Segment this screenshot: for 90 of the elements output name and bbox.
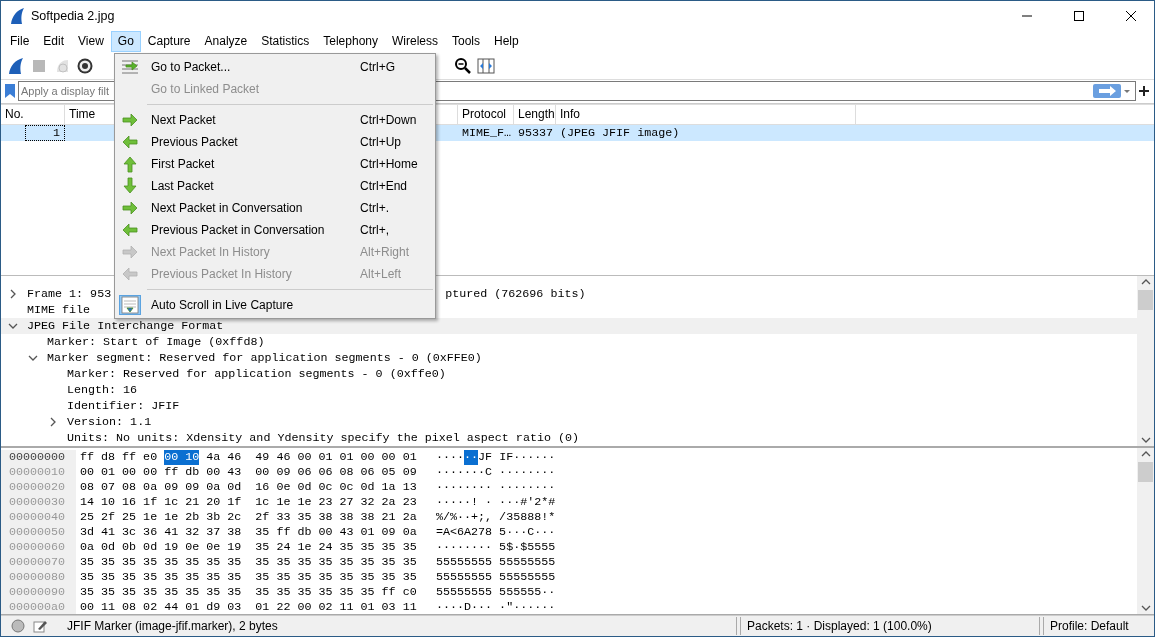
hex-bytes[interactable]: 35 35 35 35 35 35 35 35 35 35 35 35 35 35 ff c0 xyxy=(80,584,417,600)
tree-item-text[interactable]: Frame 1: 953 xyxy=(27,285,112,302)
tree-item-text[interactable]: Identifier: JFIF xyxy=(67,397,180,414)
menu-item[interactable]: Telephony xyxy=(316,31,385,53)
menu-item[interactable]: Last Packet Ctrl+End xyxy=(115,175,435,197)
zoom-out-icon[interactable] xyxy=(454,56,472,75)
menu-item[interactable]: Help xyxy=(487,31,526,53)
menu-item[interactable]: Go to Packet... Ctrl+G xyxy=(115,56,435,78)
resize-columns-icon[interactable] xyxy=(477,56,495,75)
ascii-text[interactable]: ···· xyxy=(436,449,465,465)
hex-bytes[interactable]: ff d8 ff e0 xyxy=(80,449,165,465)
hex-bytes[interactable]: 00 01 00 00 ff db 00 43 00 09 06 06 08 06 05 09 xyxy=(80,464,417,480)
hex-bytes[interactable]: 25 2f 25 1e 1e 2b 3b 2c 2f 33 35 38 38 38 21 2a xyxy=(80,509,417,525)
status-circle-icon[interactable] xyxy=(11,618,25,633)
scroll-thumb[interactable] xyxy=(1138,289,1153,310)
hex-bytes[interactable]: 35 35 35 35 35 35 35 35 35 35 35 35 35 35 35 35 xyxy=(80,569,417,585)
hex-bytes[interactable]: 14 10 16 1f 1c 21 20 1f 1c 1e 1e 23 27 32 2a 23 xyxy=(80,494,417,510)
edit-comment-icon[interactable] xyxy=(33,618,47,633)
ascii-text[interactable]: 55555555 55555555 xyxy=(436,569,556,585)
tree-item-text[interactable]: MIME file xyxy=(27,301,91,318)
maximize-icon xyxy=(1074,11,1084,21)
scroll-down-icon[interactable] xyxy=(1140,435,1151,444)
hex-bytes[interactable]: 0a 0d 0b 0d 19 0e 0e 19 35 24 1e 24 35 35 35 35 xyxy=(80,539,417,555)
status-text: Packets: 1 · Displayed: 1 (100.0%) xyxy=(747,617,933,635)
column-header[interactable]: No. xyxy=(1,104,65,125)
scroll-thumb[interactable] xyxy=(1138,461,1153,482)
hex-bytes[interactable]: 3d 41 3c 36 41 32 37 38 35 ff db 00 43 01 09 0a xyxy=(80,524,417,540)
scrollbar[interactable] xyxy=(1137,275,1154,446)
ascii-text[interactable]: JF IF······ xyxy=(478,449,556,465)
menu-item[interactable]: View xyxy=(71,31,111,53)
gear-icon[interactable] xyxy=(76,56,94,75)
table-cell: 1 xyxy=(25,124,65,141)
column-header[interactable]: Info xyxy=(556,104,856,125)
menu-item[interactable]: Auto Scroll in Live Capture xyxy=(115,294,435,316)
ascii-text[interactable]: ····D··· ·"······ xyxy=(436,599,556,614)
tree-item-text[interactable]: Marker segment: Reserved for application segments - 0 (0xFFE0) xyxy=(47,349,482,366)
scrollbar[interactable] xyxy=(1137,447,1154,614)
menu-item[interactable]: Next Packet in Conversation Ctrl+. xyxy=(115,197,435,219)
ascii-text[interactable]: ·······C ········ xyxy=(436,464,556,480)
ascii-text[interactable]: 55555555 55555555 xyxy=(436,554,556,570)
status-text: JFIF Marker (image-jfif.marker), 2 bytes xyxy=(67,617,278,635)
tree-item-text[interactable]: ptured (762696 bits) xyxy=(445,285,586,302)
hex-bytes[interactable]: 08 07 08 0a 09 09 0a 0d 16 0e 0d 0c 0c 0d 1a 13 xyxy=(80,479,417,495)
tree-item-text[interactable]: Length: 16 xyxy=(67,381,138,398)
hex-bytes[interactable]: 00 10 xyxy=(164,449,200,465)
menu-item[interactable]: Previous Packet in Conversation Ctrl+, xyxy=(115,219,435,241)
tree-item-text[interactable]: Units: No units: Xdensity and Ydensity specify the pixel aspect ratio (0) xyxy=(67,429,579,446)
ascii-text[interactable]: ········ ········ xyxy=(436,479,556,495)
offset-label: 00000000 xyxy=(1,449,76,465)
scroll-down-icon[interactable] xyxy=(1140,603,1151,612)
menu-item[interactable]: File xyxy=(3,31,37,53)
window-title: Softpedia 2.jpg xyxy=(31,7,115,25)
ascii-text[interactable]: ·· xyxy=(464,449,479,465)
tree-item-text[interactable]: Marker: Start of Image (0xffd8) xyxy=(47,333,265,350)
table-cell-text: MIME_F… xyxy=(461,124,513,141)
hex-bytes[interactable]: 00 11 08 02 44 01 d9 03 01 22 00 02 11 01 03 11 xyxy=(80,599,417,614)
close-icon xyxy=(1126,11,1136,21)
bookmark-icon[interactable] xyxy=(4,83,16,100)
ascii-text[interactable]: 55555555 555555·· xyxy=(436,584,556,600)
menu-item[interactable]: Edit xyxy=(36,31,72,53)
menu-item[interactable]: Capture xyxy=(140,31,198,53)
down-arrow-icon xyxy=(120,176,140,196)
up-arrow-icon xyxy=(120,154,140,174)
ascii-text[interactable]: ········ 5$·$5555 xyxy=(436,539,556,555)
ascii-text[interactable]: =A<6A278 5···C··· xyxy=(436,524,556,540)
menu-item[interactable]: Tools xyxy=(445,31,487,53)
ascii-text[interactable]: %/%··+;, /35888!* xyxy=(436,509,556,525)
table-cell-text: (JPEG JFIF image) xyxy=(559,124,681,141)
menu-item[interactable]: Analyze xyxy=(197,31,255,53)
column-header[interactable]: Protocol xyxy=(458,104,514,125)
scroll-up-icon[interactable] xyxy=(1140,277,1151,286)
tree-item-text[interactable]: Marker: Reserved for application segments - 0 (0xffe0) xyxy=(67,365,446,382)
tree-item-text[interactable]: JPEG File Interchange Format xyxy=(27,317,224,334)
hex-bytes[interactable]: 35 35 35 35 35 35 35 35 35 35 35 35 35 35 35 35 xyxy=(80,554,417,570)
add-icon[interactable] xyxy=(1138,85,1150,98)
status-text: Profile: Default xyxy=(1050,617,1130,635)
table-cell-text: 95337 xyxy=(517,124,555,141)
menu-item[interactable]: Statistics xyxy=(254,31,317,53)
menu-item[interactable]: Go xyxy=(110,31,141,53)
go-to-icon xyxy=(120,57,140,77)
scroll-up-icon[interactable] xyxy=(1140,449,1151,458)
ascii-text[interactable]: ·····! · ···#'2*# xyxy=(436,494,556,510)
shark-fin-icon[interactable] xyxy=(7,56,25,75)
hex-bytes[interactable]: 4a 46 49 46 00 01 01 00 00 01 xyxy=(199,449,417,465)
auto-scroll-icon xyxy=(120,295,140,315)
menu-item[interactable]: First Packet Ctrl+Home xyxy=(115,153,435,175)
column-header[interactable]: Length xyxy=(514,104,556,125)
app-fin-icon xyxy=(9,7,25,25)
menu-item[interactable]: Wireless xyxy=(385,31,445,53)
tree-item-text[interactable]: Version: 1.1 xyxy=(67,413,152,430)
